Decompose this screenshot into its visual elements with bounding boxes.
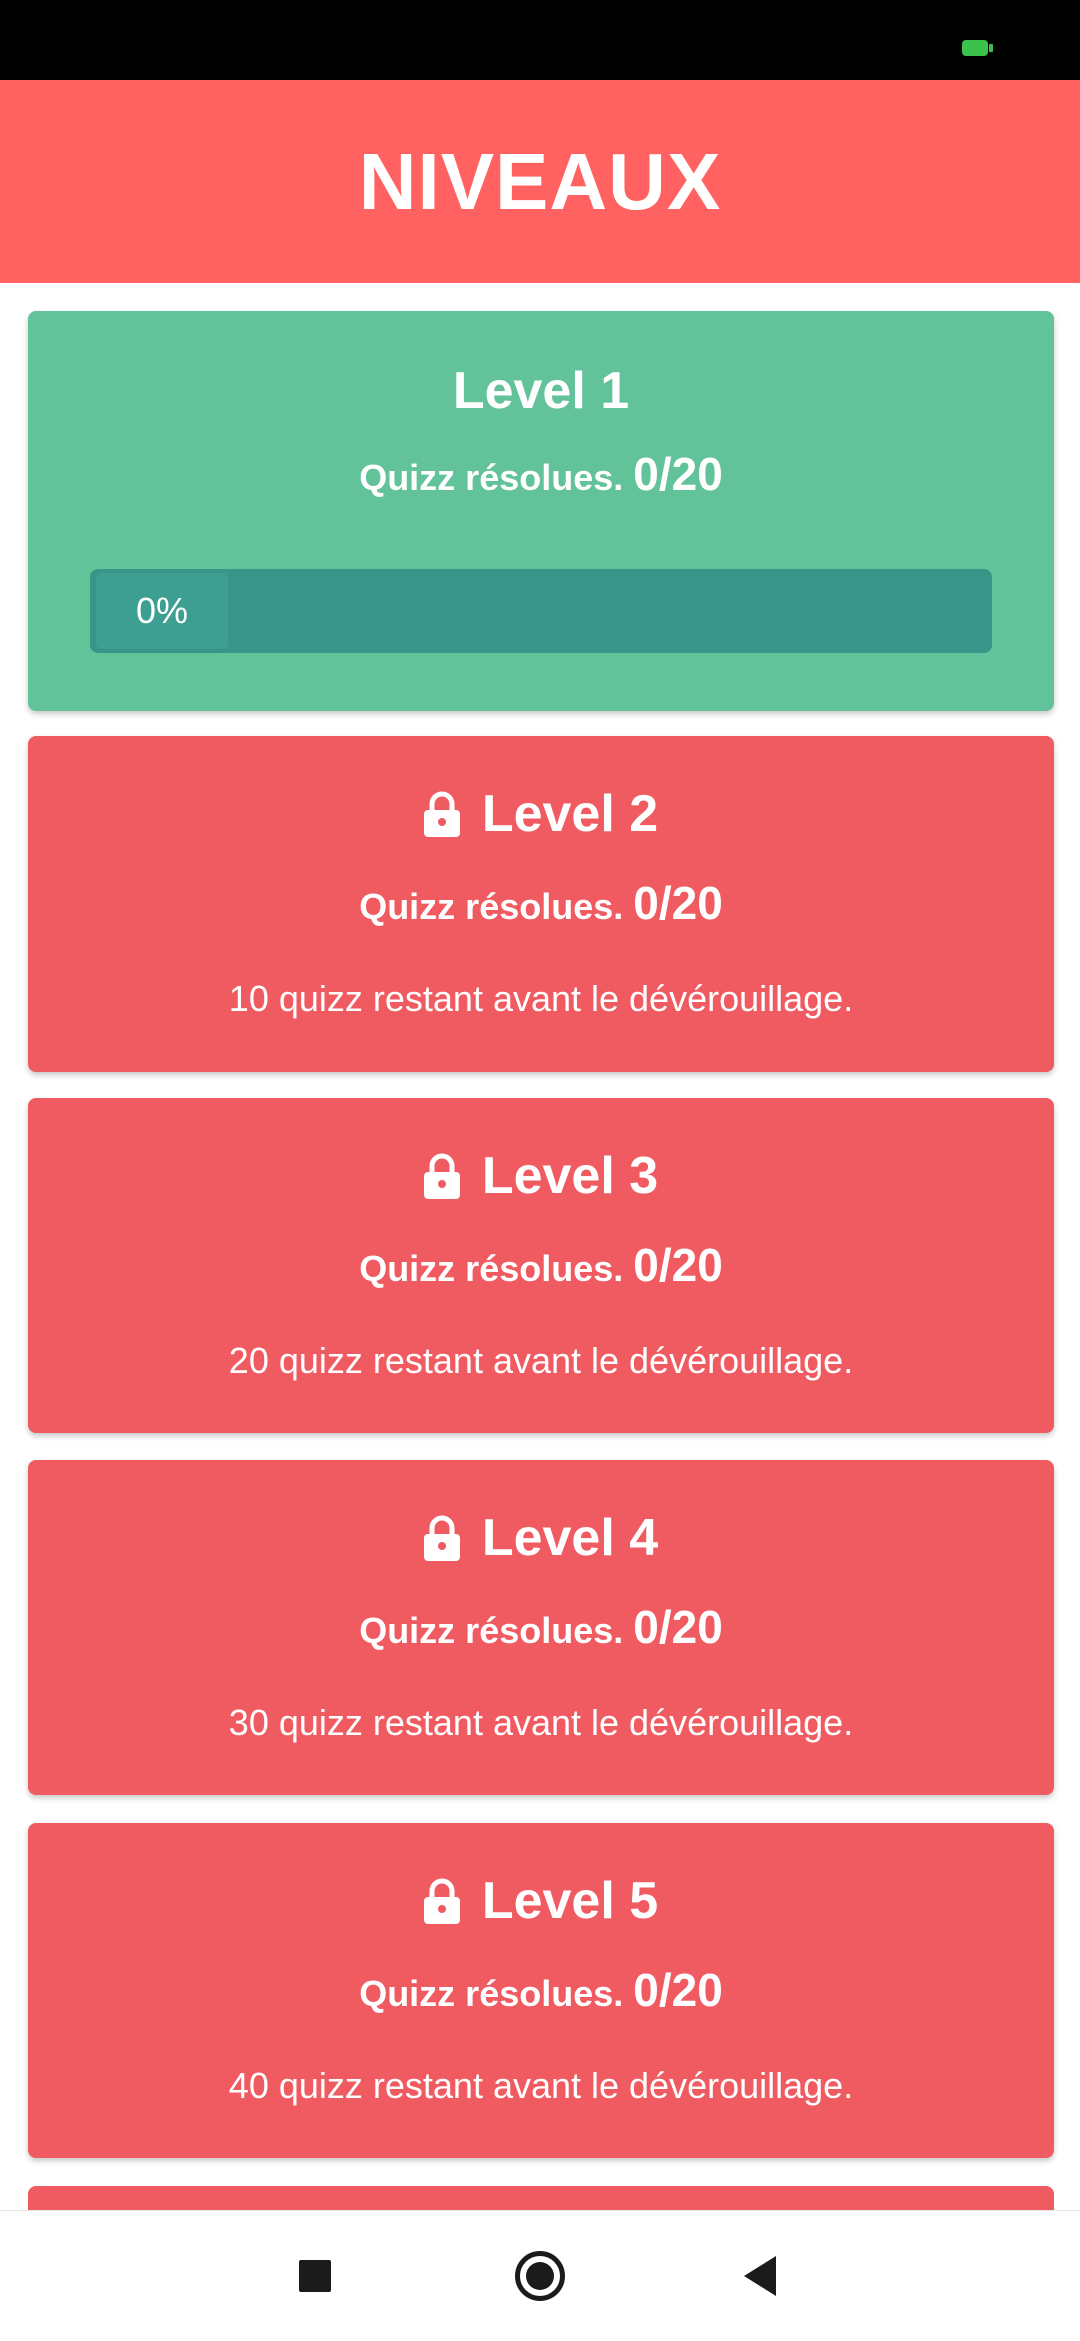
level-card-3[interactable]: Level 3 Quizz résolues. 0/20 20 quizz res… [28,1098,1054,1433]
level-list[interactable]: Level 1 Quizz résolues. 0/20 0% Level 2 Q… [0,283,1080,2210]
solved-row: Quizz résolues. 0/20 [28,1238,1054,1292]
home-icon [515,2251,565,2301]
system-nav-bar [0,2210,1080,2340]
app-header: NIVEAUX [0,80,1080,283]
level-title-row: Level 2 [28,784,1054,844]
solved-count: 0/20 [633,877,723,929]
solved-count: 0/20 [633,1239,723,1291]
level-title-row: Level 5 [28,1871,1054,1931]
solved-label: Quizz résolues. [359,886,624,927]
page-title: NIVEAUX [358,136,722,226]
level-title: Level 5 [481,1872,659,1930]
solved-label: Quizz résolues. [359,1973,624,2014]
level-card-next[interactable] [28,2186,1054,2210]
solved-label: Quizz résolues. [359,457,624,498]
back-icon [744,2256,776,2296]
level-title-row: Level 1 [28,361,1054,421]
level-title: Level 4 [481,1509,659,1567]
level-title-row: Level 4 [28,1508,1054,1568]
progress-fill: 0% [96,573,228,649]
level-title: Level 2 [481,785,659,843]
lock-icon [423,1515,460,1561]
solved-label: Quizz résolues. [359,1610,624,1651]
level-title: Level 3 [481,1147,659,1205]
progress-text: 0% [135,590,189,631]
solved-row: Quizz résolues. 0/20 [28,447,1054,501]
solved-count: 0/20 [633,1964,723,2016]
lock-icon [423,1153,460,1199]
solved-row: Quizz résolues. 0/20 [28,1963,1054,2017]
recents-icon [299,2260,331,2292]
solved-count: 0/20 [633,448,723,500]
status-bar [0,0,1080,80]
battery-icon [962,40,993,56]
unlock-remaining-text: 20 quizz restant avant le dévérouillage. [228,1340,854,1381]
lock-icon [423,791,460,837]
lock-icon [423,1878,460,1924]
solved-row: Quizz résolues. 0/20 [28,1600,1054,1654]
level-title: Level 1 [452,362,630,420]
level-card-4[interactable]: Level 4 Quizz résolues. 0/20 30 quizz res… [28,1460,1054,1795]
level-card-1[interactable]: Level 1 Quizz résolues. 0/20 0% [28,311,1054,711]
unlock-remaining-text: 40 quizz restant avant le dévérouillage. [228,2065,854,2106]
level-card-2[interactable]: Level 2 Quizz résolues. 0/20 10 quizz res… [28,736,1054,1072]
solved-row: Quizz résolues. 0/20 [28,876,1054,930]
unlock-remaining-text: 10 quizz restant avant le dévérouillage. [228,978,854,1019]
level-title-row: Level 3 [28,1146,1054,1206]
progress-bar: 0% [90,569,992,653]
level-card-5[interactable]: Level 5 Quizz résolues. 0/20 40 quizz res… [28,1823,1054,2158]
home-button[interactable] [480,2211,600,2341]
recents-button[interactable] [255,2211,375,2341]
solved-label: Quizz résolues. [359,1248,624,1289]
back-button[interactable] [700,2211,820,2341]
solved-count: 0/20 [633,1601,723,1653]
unlock-remaining-text: 30 quizz restant avant le dévérouillage. [228,1702,854,1743]
